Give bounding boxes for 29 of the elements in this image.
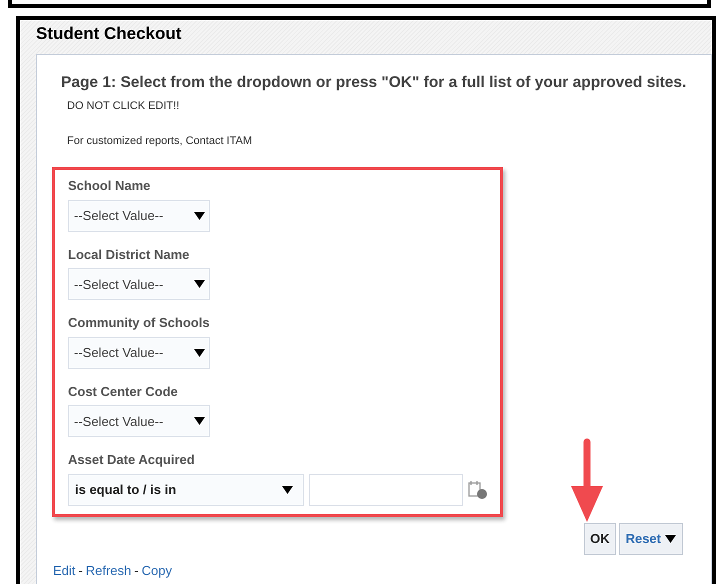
action-link[interactable]: Edit <box>53 560 76 580</box>
operator-dropdown[interactable]: is equal to / is in <box>68 474 304 506</box>
ok-button[interactable]: OK <box>584 522 616 555</box>
link-separator: - <box>134 562 139 580</box>
calendar-icon[interactable] <box>468 480 488 500</box>
action-link[interactable]: Copy <box>142 560 172 580</box>
caret-icon <box>194 280 205 288</box>
prompt-label: School Name <box>68 177 150 196</box>
prompt-label: Asset Date Acquired <box>68 451 195 470</box>
select-dropdown[interactable]: --Select Value-- <box>68 405 210 438</box>
select-dropdown[interactable]: --Select Value-- <box>68 268 210 300</box>
page-heading: Page 1: Select from the dropdown or press "OK" for a full list of your approved sites. <box>61 73 686 93</box>
panel-title: Student Checkout <box>36 23 182 45</box>
prompt-label: Cost Center Code <box>68 382 178 401</box>
reset-button[interactable]: Reset <box>618 522 683 555</box>
link-separator: - <box>78 562 83 580</box>
select-dropdown[interactable]: --Select Value-- <box>68 336 210 369</box>
prompt-label: Community of Schools <box>68 314 210 332</box>
caret-icon <box>194 417 205 426</box>
caret-icon <box>665 534 676 543</box>
caret-icon <box>282 486 293 494</box>
action-link[interactable]: Refresh <box>86 560 132 580</box>
caret-icon <box>194 212 205 220</box>
note-text: For customized reports, Contact ITAM <box>67 134 252 149</box>
note-text: DO NOT CLICK EDIT!! <box>67 99 180 114</box>
prompt-label: Local District Name <box>68 246 190 264</box>
select-dropdown[interactable]: --Select Value-- <box>68 200 210 232</box>
date-field[interactable] <box>309 474 463 506</box>
caret-icon <box>194 348 205 357</box>
